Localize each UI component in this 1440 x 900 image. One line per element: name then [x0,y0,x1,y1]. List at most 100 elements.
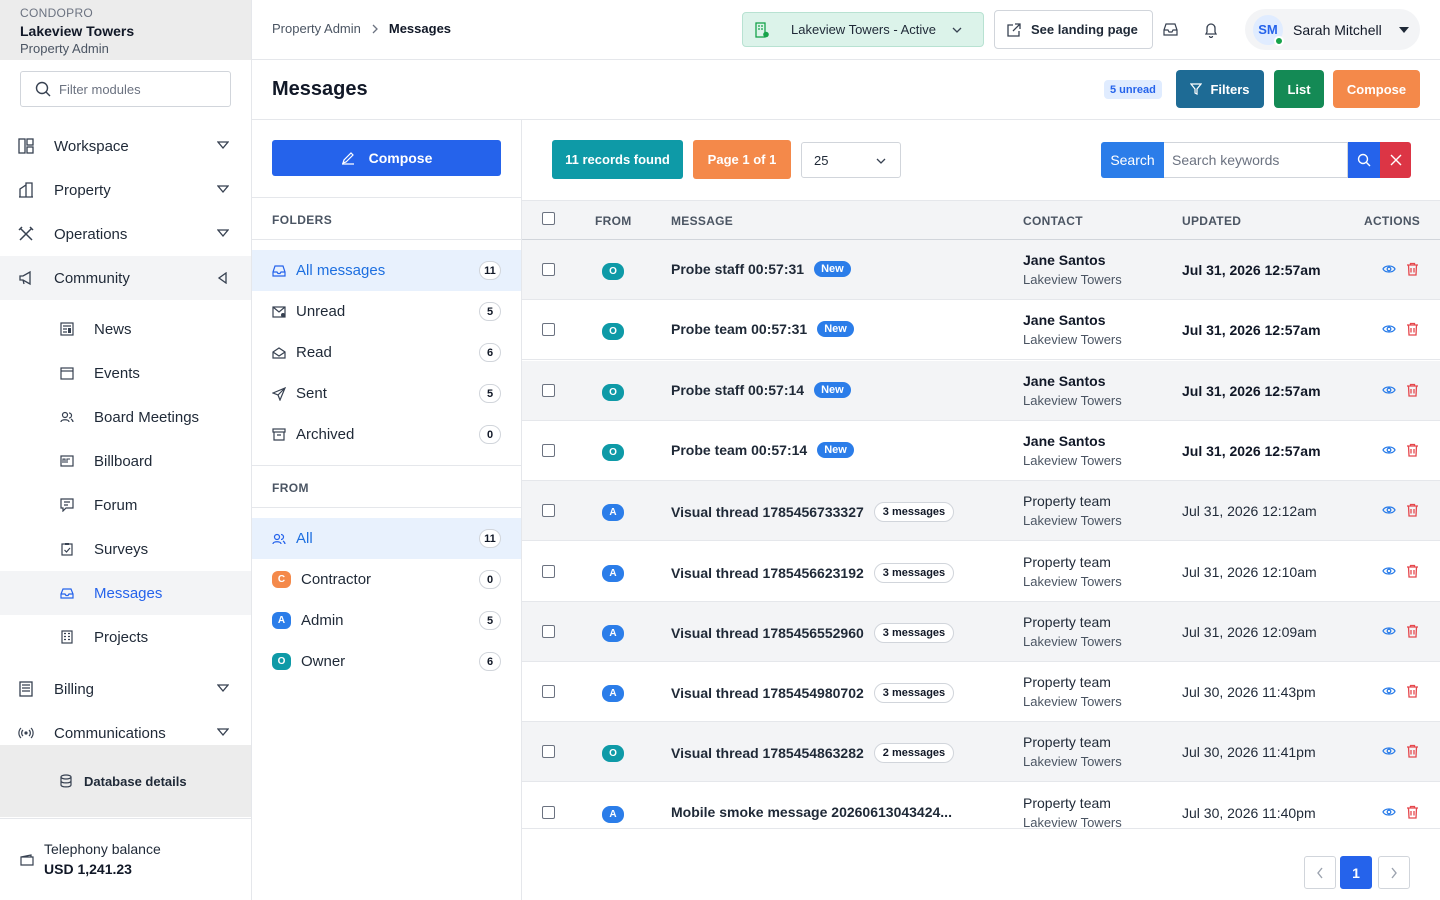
nav-property[interactable]: Property [0,168,251,212]
next-page-button[interactable] [1378,856,1410,889]
nav-workspace[interactable]: Workspace [0,124,251,168]
nav-operations[interactable]: Operations [0,212,251,256]
message-subject[interactable]: Probe staff 00:57:31 New [671,261,851,277]
folder-all-messages[interactable]: All messages 11 [252,250,521,291]
from-admin[interactable]: A Admin 5 [252,600,521,641]
row-checkbox[interactable] [542,624,555,638]
table-row[interactable]: O Visual thread 1785454863282 2 messages Pr… [522,722,1440,783]
message-subject[interactable]: Probe team 00:57:14 New [671,441,854,458]
filters-button[interactable]: Filters [1176,70,1264,108]
eye-icon[interactable] [1382,322,1396,336]
trash-icon[interactable] [1406,262,1419,276]
trash-icon[interactable] [1406,564,1419,578]
page-size-select[interactable]: 25 [801,142,901,178]
table-row[interactable]: O Probe team 00:57:31 New Jane Santos Lakevi… [522,300,1440,361]
row-checkbox[interactable] [542,263,555,276]
row-checkbox[interactable] [542,504,555,518]
eye-icon[interactable] [1382,624,1396,638]
trash-icon[interactable] [1406,383,1419,397]
table-row[interactable]: A Visual thread 1785456552960 3 messages Pr… [522,601,1440,662]
sidebar-item-messages[interactable]: Messages [0,571,251,615]
from-contractor[interactable]: C Contractor 0 [252,559,521,600]
row-checkbox[interactable] [542,564,555,578]
see-landing-page-button[interactable]: See landing page [994,10,1153,49]
row-checkbox[interactable] [542,443,555,457]
table-row[interactable]: O Probe staff 00:57:14 New Jane Santos Lakev… [522,360,1440,421]
eye-icon[interactable] [1382,684,1396,698]
eye-icon[interactable] [1382,564,1396,578]
trash-icon[interactable] [1406,684,1419,698]
message-subject[interactable]: Visual thread 1785456733327 3 messages [671,502,955,523]
row-checkbox[interactable] [542,685,555,699]
eye-icon[interactable] [1382,503,1396,517]
property-selector[interactable]: Lakeview Towers - Active [742,12,984,47]
eye-icon[interactable] [1382,744,1396,758]
row-actions [1382,564,1419,578]
table-row[interactable]: O Probe staff 00:57:31 New Jane Santos Lakev… [522,240,1440,300]
message-subject[interactable]: Visual thread 1785454863282 2 messages [671,743,955,764]
external-link-icon [1007,22,1021,37]
list-button[interactable]: List [1274,70,1324,108]
message-subject[interactable]: Visual thread 1785456623192 3 messages [671,562,955,583]
sidebar-item-news[interactable]: News [0,307,251,351]
contact-property: Lakeview Towers [1023,272,1122,287]
compose-header-button[interactable]: Compose [1333,70,1420,108]
nav-label: Property [54,181,111,199]
trash-icon[interactable] [1406,805,1419,819]
sidebar-item-surveys[interactable]: Surveys [0,527,251,571]
table-row[interactable]: A Visual thread 1785456733327 3 messages Pr… [522,481,1440,542]
nav-community[interactable]: Community [0,256,251,300]
sidebar-item-forum[interactable]: Forum [0,483,251,527]
filter-modules[interactable] [20,71,231,107]
from-all[interactable]: All 11 [252,518,521,559]
trash-icon[interactable] [1406,624,1419,638]
table-row[interactable]: A Visual thread 1785456623192 3 messages Pr… [522,542,1440,602]
select-all-checkbox[interactable] [542,212,555,225]
folder-read[interactable]: Read 6 [252,332,521,373]
database-details[interactable]: Database details [0,745,251,817]
message-subject[interactable]: Mobile smoke message 20260613043424... [671,804,952,820]
table-row[interactable]: O Probe team 00:57:14 New Jane Santos Lakevi… [522,421,1440,481]
admin-badge: A [272,612,291,629]
user-menu[interactable]: SM Sarah Mitchell [1245,9,1420,50]
prev-page-button[interactable] [1304,856,1336,889]
from-owner[interactable]: O Owner 6 [252,641,521,682]
compose-button[interactable]: Compose [272,140,501,176]
sidebar-item-events[interactable]: Events [0,351,251,395]
row-checkbox[interactable] [542,323,555,337]
bell-icon[interactable] [1204,22,1218,38]
row-checkbox[interactable] [542,745,555,759]
nav-billing[interactable]: Billing [0,667,251,711]
sidebar-item-billboard[interactable]: Billboard [0,439,251,483]
filter-modules-input[interactable] [59,81,209,97]
message-subject[interactable]: Probe team 00:57:31 New [671,321,854,338]
clear-search-button[interactable] [1380,142,1411,178]
contact-name: Property team [1023,734,1111,751]
trash-icon[interactable] [1406,503,1419,517]
trash-icon[interactable] [1406,744,1419,759]
table-row[interactable]: A Mobile smoke message 20260613043424... P… [522,783,1440,828]
eye-icon[interactable] [1382,443,1396,457]
row-checkbox[interactable] [542,805,555,819]
table-row[interactable]: A Visual thread 1785454980702 3 messages Pr… [522,662,1440,723]
search-input[interactable] [1164,142,1348,178]
eye-icon[interactable] [1382,383,1396,397]
search-button[interactable] [1348,142,1380,178]
trash-icon[interactable] [1406,443,1419,457]
caret-down-icon [1398,26,1410,34]
row-checkbox[interactable] [542,383,555,397]
inbox-icon[interactable] [1163,23,1178,36]
message-subject[interactable]: Probe staff 00:57:14 New [671,381,851,398]
eye-icon[interactable] [1382,262,1396,276]
eye-icon[interactable] [1382,805,1396,819]
sidebar-item-board-meetings[interactable]: Board Meetings [0,395,251,439]
folder-unread[interactable]: Unread 5 [252,291,521,332]
folder-sent[interactable]: Sent 5 [252,373,521,414]
message-subject[interactable]: Visual thread 1785456552960 3 messages [671,622,955,643]
page-1-button[interactable]: 1 [1340,856,1372,889]
trash-icon[interactable] [1406,322,1419,336]
message-subject[interactable]: Visual thread 1785454980702 3 messages [671,683,955,704]
folder-archived[interactable]: Archived 0 [252,414,521,455]
breadcrumb-parent[interactable]: Property Admin [272,21,361,36]
sidebar-item-projects[interactable]: Projects [0,615,251,659]
